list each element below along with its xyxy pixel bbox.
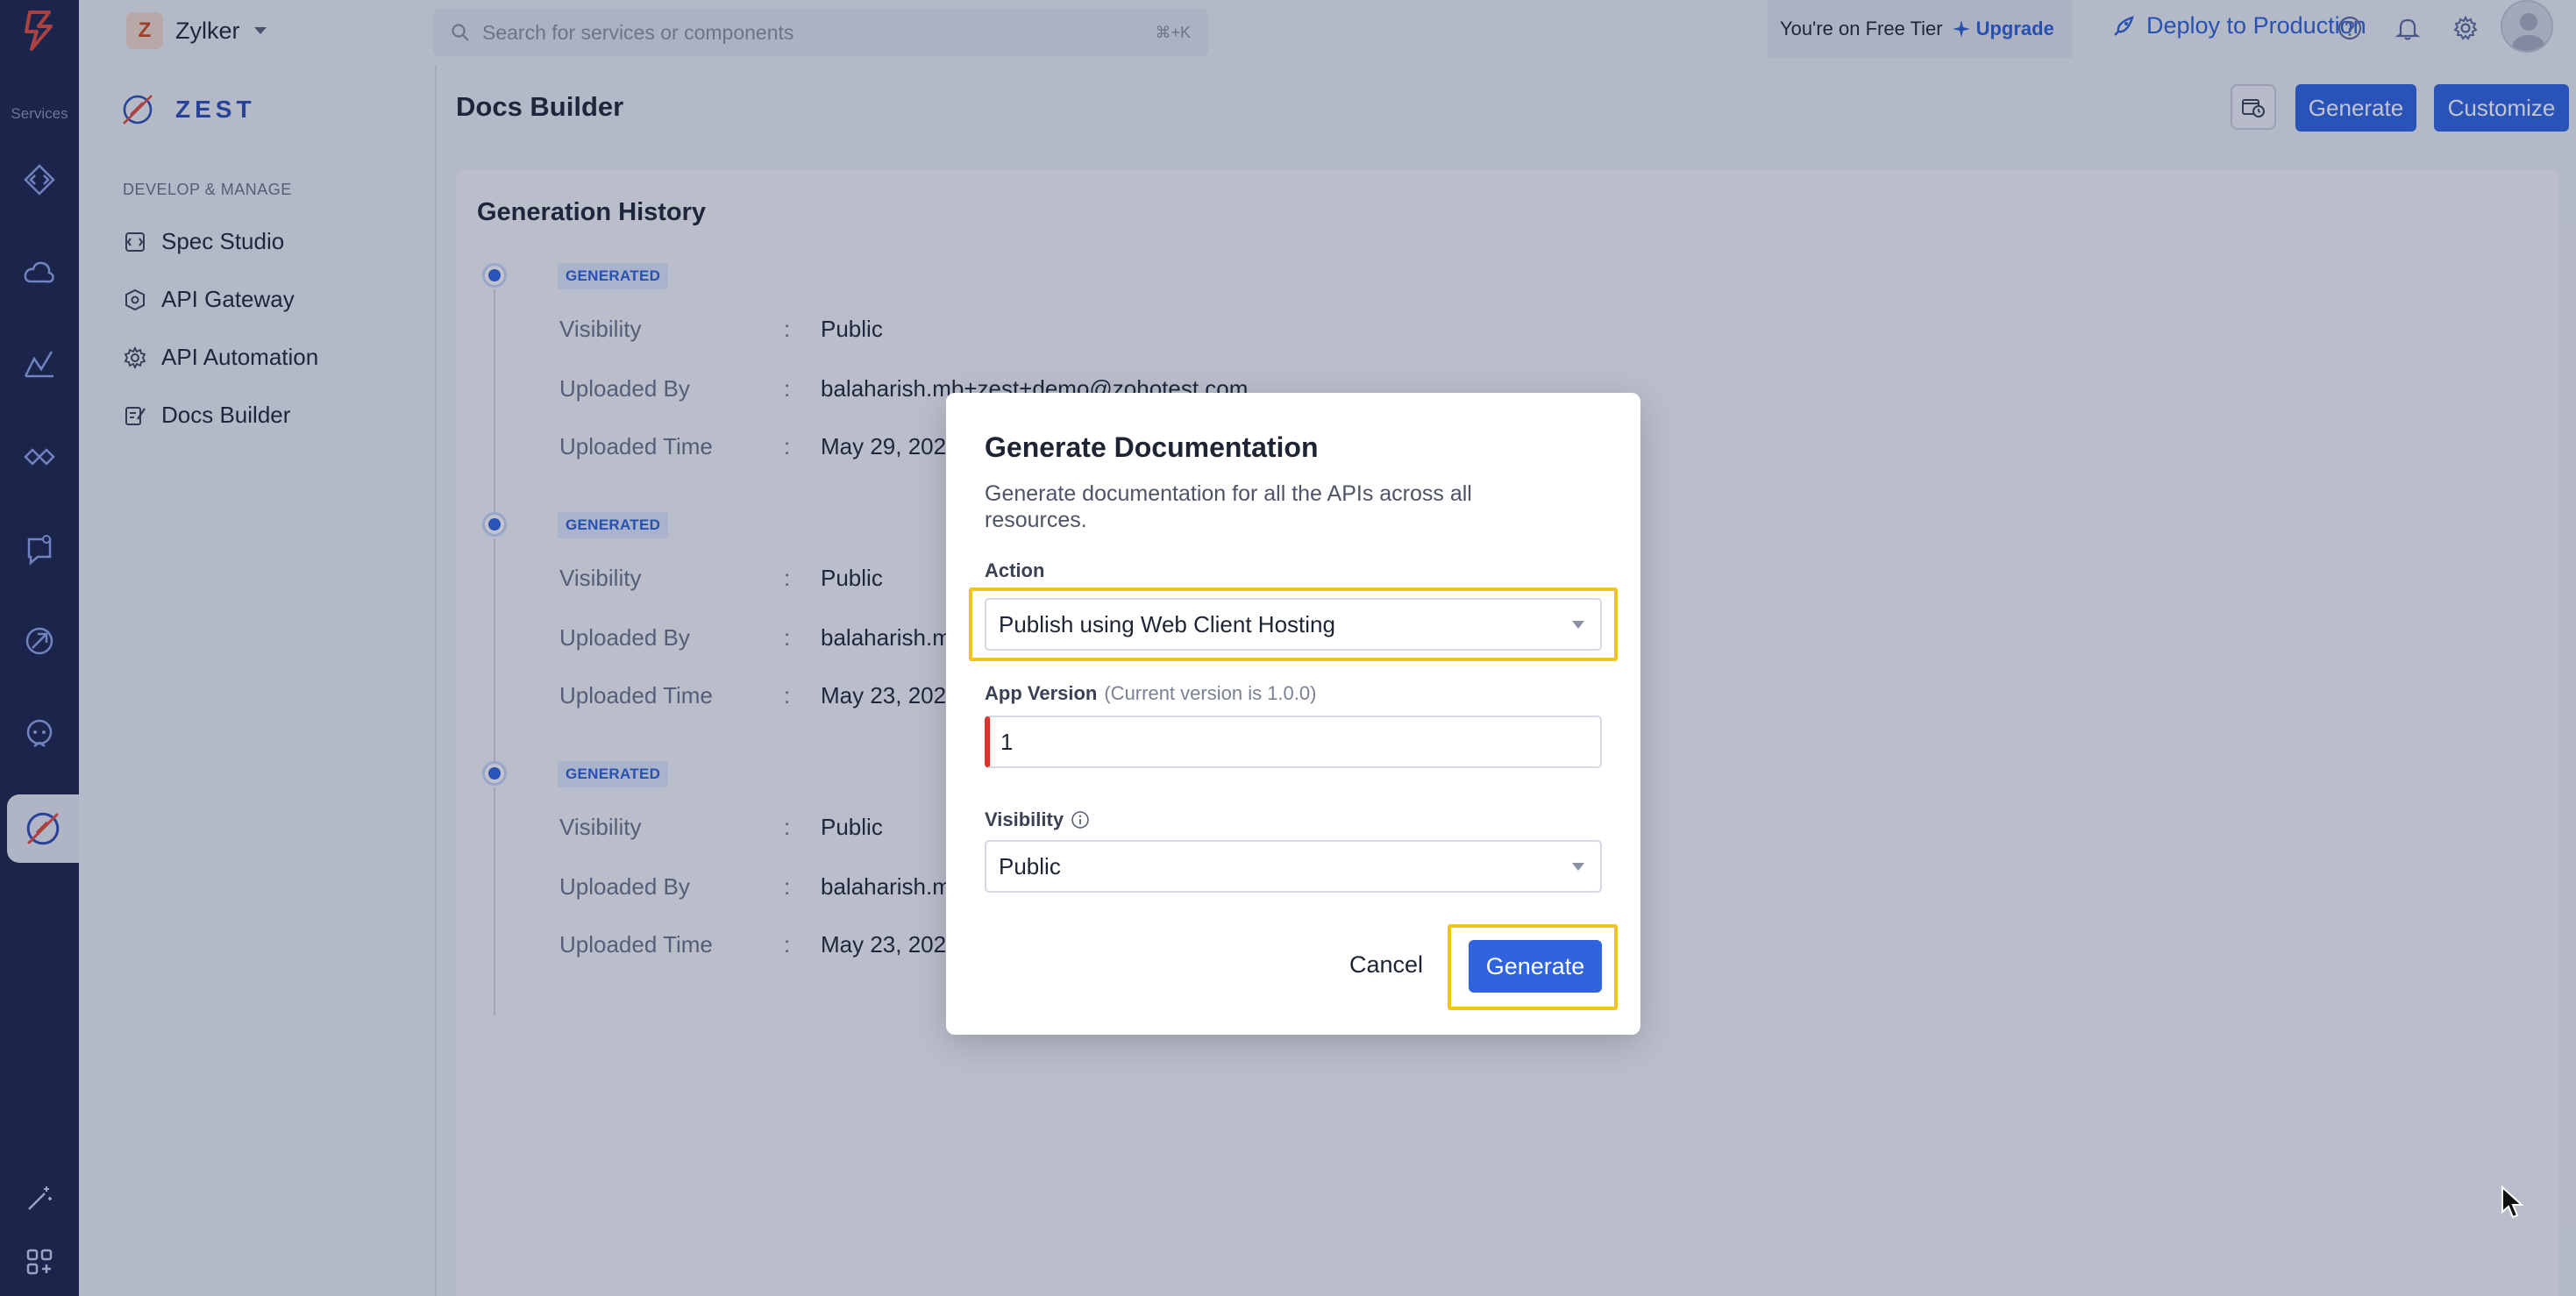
dropdown-caret-icon: [1572, 863, 1584, 871]
info-icon[interactable]: [1071, 810, 1090, 830]
visibility-label-text: Visibility: [985, 808, 1064, 830]
app-version-hint: (Current version is 1.0.0): [1104, 682, 1317, 704]
visibility-select-value: Public: [999, 852, 1061, 879]
visibility-label: Visibility: [985, 808, 1090, 831]
cancel-button[interactable]: Cancel: [1332, 938, 1441, 991]
action-select[interactable]: Publish using Web Client Hosting: [985, 598, 1602, 651]
visibility-select[interactable]: Public: [985, 840, 1602, 893]
app-version-value: 1: [1000, 728, 1014, 755]
dropdown-caret-icon: [1572, 621, 1584, 629]
dialog-generate-button[interactable]: Generate: [1469, 940, 1602, 993]
generate-documentation-dialog: Generate Documentation Generate document…: [946, 393, 1640, 1035]
action-label-text: Action: [985, 559, 1045, 581]
action-select-value: Publish using Web Client Hosting: [999, 610, 1335, 637]
app-version-input[interactable]: 1: [985, 716, 1602, 768]
mouse-cursor-icon: [2501, 1185, 2525, 1225]
app-version-label: App Version (Current version is 1.0.0): [985, 682, 1316, 705]
dialog-description: Generate documentation for all the APIs …: [985, 481, 1472, 532]
action-label: Action: [985, 559, 1044, 582]
app-version-label-text: App Version: [985, 682, 1098, 704]
dialog-title: Generate Documentation: [985, 431, 1319, 463]
